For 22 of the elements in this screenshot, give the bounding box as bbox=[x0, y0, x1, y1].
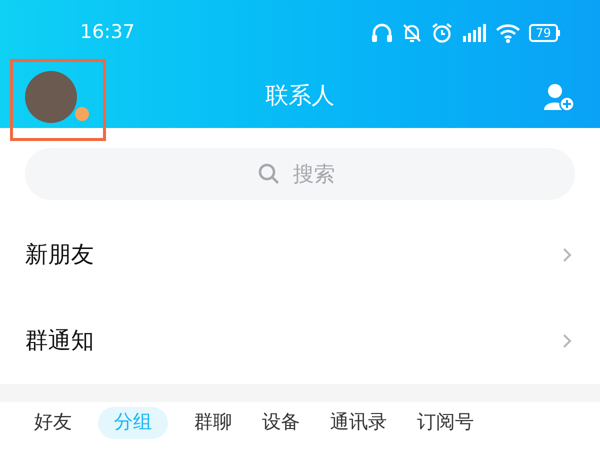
muted-bell-icon bbox=[400, 22, 423, 44]
signal-icon bbox=[460, 22, 487, 44]
list-row[interactable]: 群通知 bbox=[0, 298, 600, 384]
tab[interactable]: 设备 bbox=[258, 407, 304, 439]
tab[interactable]: 好友 bbox=[30, 407, 76, 439]
status-time: 16:37 bbox=[80, 20, 135, 46]
search-icon bbox=[258, 163, 280, 185]
search-field[interactable]: 搜索 bbox=[25, 148, 575, 200]
tab[interactable]: 订阅号 bbox=[413, 407, 478, 439]
headphones-icon bbox=[370, 22, 393, 44]
tab[interactable]: 群聊 bbox=[190, 407, 236, 439]
chevron-right-icon bbox=[562, 247, 572, 263]
avatar[interactable] bbox=[25, 70, 77, 122]
chevron-right-icon bbox=[562, 333, 572, 349]
wifi-icon bbox=[494, 22, 521, 44]
add-contact-icon[interactable] bbox=[543, 82, 575, 112]
tab[interactable]: 通讯录 bbox=[326, 407, 391, 439]
page-title: 联系人 bbox=[266, 82, 334, 112]
list-row[interactable]: 新朋友 bbox=[0, 212, 600, 298]
battery-indicator: 79 bbox=[528, 24, 560, 42]
status-badge-icon bbox=[75, 106, 89, 120]
alarm-icon bbox=[430, 22, 453, 44]
